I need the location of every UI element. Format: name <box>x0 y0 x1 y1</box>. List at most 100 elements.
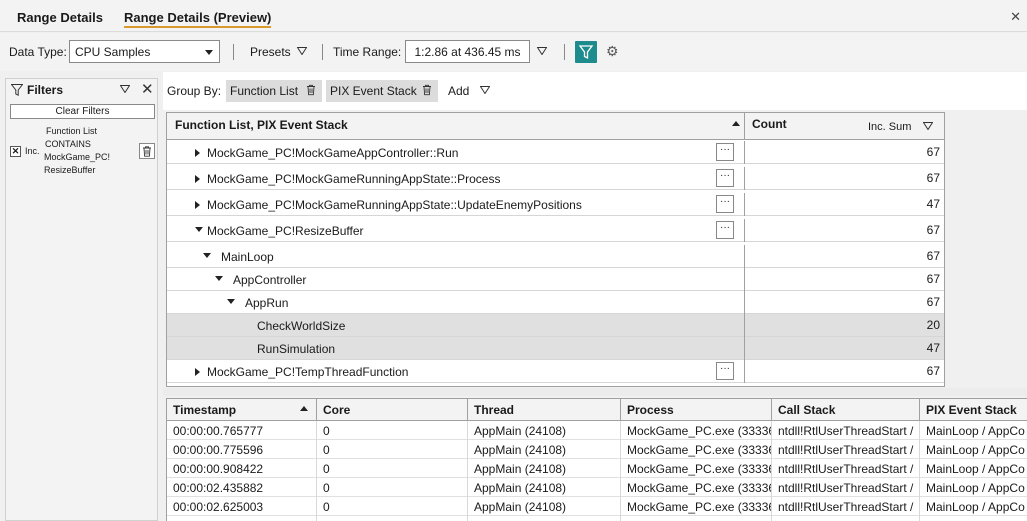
column-header-label: Core <box>323 403 351 417</box>
table-cell-thread: AppMain (24108) <box>468 478 621 497</box>
expand-arrow-icon[interactable] <box>195 201 200 209</box>
table-cell-call-stack: ntdll!RtlUserThreadStart / <box>772 478 920 497</box>
column-header-label: Process <box>627 403 674 417</box>
tree-row-label: MockGame_PC!MockGameRunningAppState::Pro… <box>207 172 501 186</box>
table-cell-timestamp: 00:00:02.726873 <box>167 516 317 521</box>
tree-row-count: 67 <box>926 364 940 378</box>
more-options-button[interactable]: ··· <box>716 143 734 161</box>
group-by-label: Group By: <box>167 84 222 98</box>
tree-row[interactable]: AppRun 67 <box>167 291 944 314</box>
toolbar-divider <box>564 44 565 60</box>
data-type-select[interactable]: CPU Samples <box>69 40 220 63</box>
tree-row-label: MockGame_PC!MockGameRunningAppState::Upd… <box>207 198 582 212</box>
column-thread[interactable]: Thread <box>468 399 621 421</box>
column-divider <box>744 141 745 164</box>
expand-arrow-icon[interactable] <box>195 175 200 183</box>
column-process[interactable]: Process <box>621 399 772 421</box>
tree-row[interactable]: MockGame_PC!MockGameRunningAppState::Pro… <box>167 167 944 190</box>
time-range-label: Time Range: <box>333 45 402 59</box>
table-row[interactable]: 00:00:00.765777 0 AppMain (24108) MockGame_… <box>167 421 1027 440</box>
column-header-label: Call Stack <box>778 403 836 417</box>
tree-row[interactable]: AppController 67 <box>167 268 944 291</box>
more-options-button[interactable]: ··· <box>716 362 734 380</box>
tree-row[interactable]: MockGame_PC!TempThreadFunction ··· 67 <box>167 360 944 383</box>
chevron-down-icon <box>205 50 213 55</box>
add-group-button[interactable]: Add <box>448 84 469 98</box>
tree-row-count: 47 <box>926 341 940 355</box>
table-row[interactable]: 00:00:02.625003 0 AppMain (24108) MockGame_… <box>167 497 1027 516</box>
table-cell-timestamp: 00:00:02.435882 <box>167 478 317 497</box>
tree-row[interactable]: MockGame_PC!MockGameAppController::Run ··… <box>167 141 944 164</box>
filters-menu-icon[interactable] <box>120 85 130 93</box>
group-chip-pix-event-stack[interactable]: PIX Event Stack <box>326 80 438 102</box>
tree-row-count: 67 <box>926 145 940 159</box>
column-function-list[interactable]: Function List, PIX Event Stack <box>175 118 348 132</box>
funnel-icon <box>578 45 594 60</box>
panel-splitter[interactable] <box>163 388 1027 396</box>
table-cell-pix-event-stack: MainLoop / AppCo <box>920 459 1027 478</box>
filter-checkbox[interactable]: ✕ <box>10 146 21 157</box>
trash-icon <box>143 146 151 157</box>
column-divider <box>744 219 745 242</box>
filter-delete-button[interactable] <box>139 143 155 159</box>
tree-row-count: 67 <box>926 171 940 185</box>
tab-range-details-preview[interactable]: Range Details (Preview) <box>124 10 272 28</box>
table-cell-call-stack: ntdll!RtlUserThreadStart / <box>772 440 920 459</box>
function-tree: Function List, PIX Event Stack Count Inc… <box>166 112 945 387</box>
table-cell-process: MockGame_PC.exe (33336 <box>621 478 772 497</box>
close-icon[interactable]: ✕ <box>1010 9 1021 25</box>
tree-row[interactable]: MockGame_PC!MockGameRunningAppState::Upd… <box>167 193 944 216</box>
tree-row-count: 47 <box>926 197 940 211</box>
tree-row-label: MockGame_PC!MockGameAppController::Run <box>207 146 459 160</box>
group-chip-function-list[interactable]: Function List <box>226 80 322 102</box>
close-icon[interactable]: ✕ <box>141 80 154 98</box>
tree-row[interactable]: MainLoop 67 <box>167 245 944 268</box>
column-count[interactable]: Count <box>752 117 787 131</box>
add-group-dropdown-icon[interactable] <box>480 86 490 94</box>
table-cell-pix-event-stack: MainLoop / AppCo <box>920 497 1027 516</box>
column-call-stack[interactable]: Call Stack <box>772 399 920 421</box>
tree-row[interactable]: MockGame_PC!ResizeBuffer ··· 67 <box>167 219 944 242</box>
table-row[interactable]: 00:00:00.775596 0 AppMain (24108) MockGame_… <box>167 440 1027 459</box>
table-row[interactable]: 00:00:00.908422 0 AppMain (24108) MockGame_… <box>167 459 1027 478</box>
more-options-button[interactable]: ··· <box>716 169 734 187</box>
collapse-arrow-icon[interactable] <box>215 276 223 281</box>
clear-filters-button[interactable]: Clear Filters <box>10 104 155 119</box>
gear-icon[interactable]: ⚙ <box>606 43 619 60</box>
collapse-arrow-icon[interactable] <box>227 299 235 304</box>
tree-row-label: AppController <box>233 273 307 287</box>
table-cell-pix-event-stack: MainLoop / AppCo <box>920 421 1027 440</box>
table-cell-process: MockGame_PC.exe (33336 <box>621 516 772 521</box>
tree-row[interactable]: CheckWorldSize 20 <box>167 314 944 337</box>
time-range-input[interactable]: 1:2.86 at 436.45 ms <box>405 40 530 63</box>
column-divider <box>744 337 745 360</box>
column-divider[interactable] <box>744 113 745 140</box>
column-timestamp[interactable]: Timestamp <box>167 399 317 421</box>
expand-arrow-icon[interactable] <box>195 149 200 157</box>
table-row[interactable]: 00:00:02.435882 0 AppMain (24108) MockGame_… <box>167 478 1027 497</box>
presets-button[interactable]: Presets <box>250 45 291 59</box>
column-pix-event-stack[interactable]: PIX Event Stack <box>920 399 1027 421</box>
funnel-icon <box>11 84 23 96</box>
collapse-arrow-icon[interactable] <box>203 253 211 258</box>
column-header-label: Thread <box>474 403 515 417</box>
column-menu-icon[interactable] <box>923 122 933 130</box>
column-divider <box>744 167 745 190</box>
trash-icon[interactable] <box>306 84 316 96</box>
tree-row-label: MockGame_PC!ResizeBuffer <box>207 224 364 238</box>
table-row[interactable]: 00:00:02.7268730AppMain (24108)MockGame_… <box>167 516 1027 521</box>
time-range-dropdown-icon[interactable] <box>537 47 547 55</box>
trash-icon[interactable] <box>422 84 432 96</box>
more-options-button[interactable]: ··· <box>716 221 734 239</box>
column-core[interactable]: Core <box>317 399 468 421</box>
tree-row-count: 20 <box>926 318 940 332</box>
expand-arrow-icon[interactable] <box>195 368 200 376</box>
presets-dropdown-icon[interactable] <box>297 47 307 55</box>
filter-toggle-button[interactable] <box>575 41 597 63</box>
column-inc-sum[interactable]: Inc. Sum <box>868 121 911 133</box>
tree-row[interactable]: RunSimulation 47 <box>167 337 944 360</box>
more-options-button[interactable]: ··· <box>716 195 734 213</box>
collapse-arrow-icon[interactable] <box>195 227 203 232</box>
toolbar-divider <box>233 44 234 60</box>
tab-range-details[interactable]: Range Details <box>17 10 103 25</box>
